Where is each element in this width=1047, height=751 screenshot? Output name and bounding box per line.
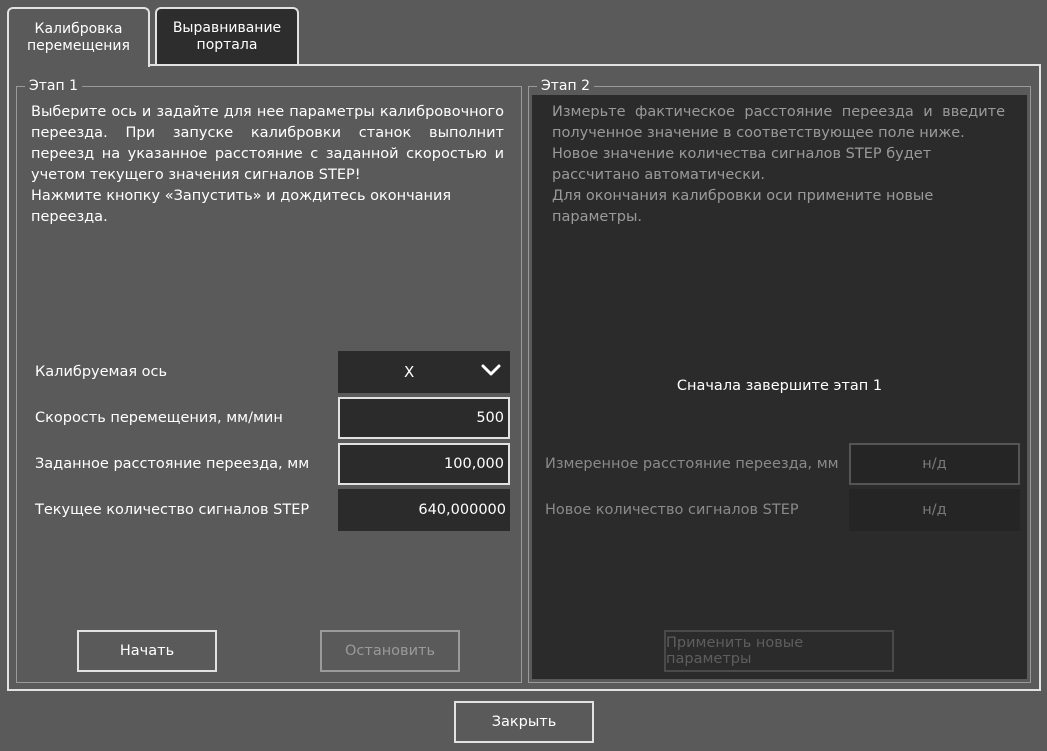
measured-distance-input[interactable]: н/д — [849, 443, 1020, 485]
stage1-description: Выберите ось и задайте для нее параметры… — [31, 102, 504, 228]
step-count-label: Текущее количество сигналов STEP — [35, 502, 310, 518]
distance-label: Заданное расстояние переезда, мм — [35, 456, 310, 472]
close-button-label: Закрыть — [491, 714, 557, 730]
start-button-label: Начать — [119, 643, 175, 659]
stage2-description-paragraph: Для окончания калибровки оси примените н… — [552, 188, 934, 225]
chevron-down-icon — [481, 364, 501, 376]
axis-select-value: X — [404, 363, 415, 381]
measured-distance-label: Измеренное расстояние переезда, мм — [545, 456, 839, 472]
stage2-description-paragraph: Измерьте фактическое расстояние переезда… — [552, 104, 1005, 141]
stage2-description: Измерьте фактическое расстояние переезда… — [552, 102, 1005, 228]
speed-value: 500 — [476, 410, 504, 426]
stop-button-label: Остановить — [344, 643, 436, 659]
axis-select[interactable]: X — [338, 351, 510, 393]
stage2-title: Этап 2 — [537, 77, 595, 95]
close-button[interactable]: Закрыть — [454, 701, 594, 743]
distance-input[interactable]: 100,000 — [338, 443, 510, 485]
stage1-description-paragraph: Нажмите кнопку «Запустить» и дождитесь о… — [31, 188, 452, 225]
tab-portal-alignment[interactable]: Выравнивание портала — [155, 7, 299, 64]
tab-label: Выравнивание портала — [172, 19, 282, 53]
stage1-description-paragraph: Выберите ось и задайте для нее параметры… — [31, 104, 504, 183]
stage2-notice: Сначала завершите этап 1 — [676, 378, 883, 394]
apply-button-label: Применить новые параметры — [666, 635, 804, 667]
speed-label: Скорость перемещения, мм/мин — [35, 410, 283, 426]
speed-input[interactable]: 500 — [338, 397, 510, 439]
distance-value: 100,000 — [444, 456, 504, 472]
new-step-count-value: н/д — [922, 502, 947, 518]
new-step-count-label: Новое количество сигналов STEP — [545, 502, 799, 518]
axis-label: Калибруемая ось — [35, 364, 168, 380]
start-button[interactable]: Начать — [77, 630, 217, 672]
stage1-title: Этап 1 — [25, 77, 83, 95]
tab-label: Калибровка перемещения — [27, 21, 130, 54]
step-count-value: 640,000000 — [418, 502, 506, 518]
tab-movement-calibration[interactable]: Калибровка перемещения — [7, 7, 150, 67]
step-count-field: 640,000000 — [338, 489, 510, 531]
apply-new-parameters-button[interactable]: Применить новые параметры — [664, 630, 894, 672]
stop-button[interactable]: Остановить — [320, 630, 460, 672]
stage2-description-paragraph: Новое значение количества сигналов STEP … — [552, 146, 932, 183]
measured-distance-value: н/д — [922, 456, 947, 472]
new-step-count-field: н/д — [849, 489, 1020, 531]
